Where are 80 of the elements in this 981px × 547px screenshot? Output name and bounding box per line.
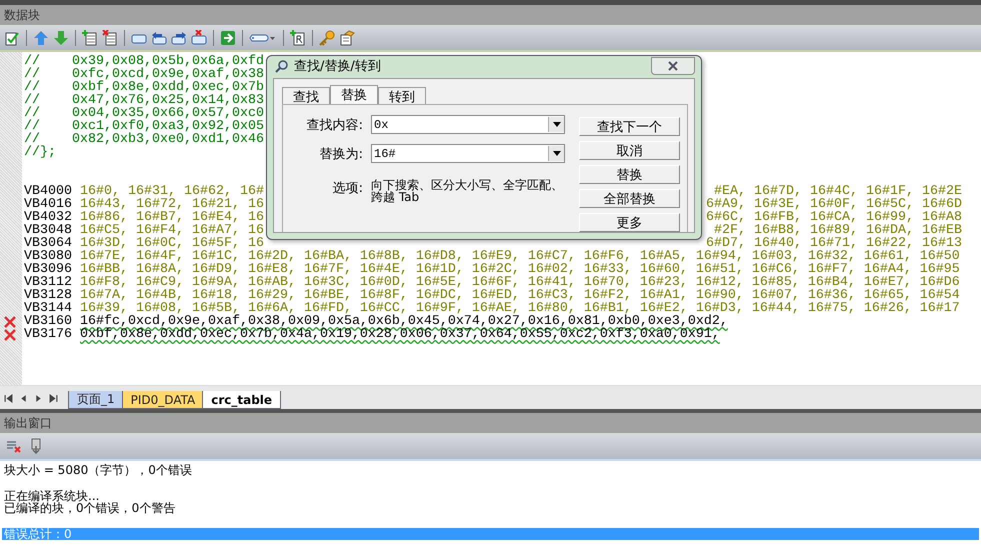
data-values: 6#6C, 16#FB, 16#CA, 16#99, 16#A8: [706, 211, 962, 224]
comment-line: //};: [24, 146, 56, 159]
dialog-tab[interactable]: 转到: [378, 87, 426, 104]
delete-rectangle-icon[interactable]: [191, 30, 207, 46]
dropdown-arrow-icon: [552, 151, 560, 156]
data-values: 16#86, 16#B7, 16#E4, 16: [80, 211, 264, 224]
replace-combo-box[interactable]: 16#: [371, 144, 565, 163]
right-arrow-icon[interactable]: [171, 30, 187, 46]
dialog-button[interactable]: 替换: [579, 165, 680, 184]
data-values: 16#39, 16#08, 16#5B, 16#6A, 16#FD, 16#CC, 16#9F, 16#AE, 16#80, 16#B1, 16#E2, 16#D3, 16#44, 16#75, 16#26, 16#17: [80, 302, 960, 315]
data-values: 0xbf,0x8e,0xdd,0xec,0x7b,0x4a,0x19,0x28,0x06,0x37,0x64,0x55,0xc2,0xf3,0xa0,0x91,: [80, 328, 720, 341]
check-document-icon[interactable]: [4, 30, 20, 46]
comment-line: // 0xfc,0xcd,0x9e,0xaf,0x38: [24, 68, 264, 81]
find-combo-box[interactable]: 0x: [371, 115, 565, 134]
previous-page-icon[interactable]: [19, 394, 28, 403]
data-values: 16#BB, 16#8A, 16#D9, 16#E8, 16#7F, 16#4E, 16#1D, 16#2C, 16#02, 16#33, 16#60, 16#51, 16#C6, 16#F7, 16#A4, 16#95: [80, 263, 960, 276]
address-label: VB4000: [24, 185, 73, 198]
address-label: VB3128: [24, 289, 73, 302]
left-arrow-icon[interactable]: [151, 30, 167, 46]
dialog-tab[interactable]: 替换: [330, 85, 378, 104]
comment-line: // 0xbf,0x8e,0xdd,0xec,0x7b: [24, 81, 264, 94]
first-page-icon[interactable]: [4, 394, 13, 403]
comment-line: // 0x82,0xb3,0xe0,0xd1,0x46: [24, 133, 264, 146]
data-values: #2F, 16#B8, 16#89, 16#DA, 16#EB: [714, 224, 962, 237]
sheet-tab[interactable]: PID0_DATA: [122, 391, 204, 409]
error-icon: [3, 328, 17, 340]
last-page-icon[interactable]: [49, 394, 58, 403]
data-values: 16#0, 16#31, 16#62, 16#: [80, 185, 264, 198]
dialog-button[interactable]: 全部替换: [579, 189, 680, 208]
delete-page-icon[interactable]: [102, 30, 118, 46]
data-values: 6#D7, 16#40, 16#71, 16#22, 16#13: [706, 237, 962, 250]
dialog-button[interactable]: 取消: [579, 141, 680, 160]
search-icon: [275, 59, 289, 73]
address-label: VB3160: [24, 315, 73, 328]
close-button[interactable]: [651, 57, 695, 75]
sheet-tab[interactable]: 页面_1: [68, 391, 124, 409]
address-label: VB3064: [24, 237, 73, 250]
close-icon: [667, 61, 679, 71]
panel-title: 数据块: [4, 6, 40, 24]
dialog-button[interactable]: 更多: [579, 213, 680, 232]
address-label: VB3096: [24, 263, 73, 276]
dropdown-arrow-icon: [552, 122, 560, 127]
data-values: 16#fc,0xcd,0x9e,0xaf,0x38,0x09,0x5a,0x6b,0x45,0x74,0x27,0x16,0x81,0xb0,0xe3,0xd2,: [80, 315, 728, 328]
find-label: 查找内容:: [306, 116, 363, 134]
address-label: VB4032: [24, 211, 73, 224]
address-label: VB3112: [24, 276, 73, 289]
data-values: 16#C5, 16#F4, 16#A7, 16: [80, 224, 264, 237]
comment-line: // 0x39,0x08,0x5b,0x6a,0xfd: [24, 55, 264, 68]
data-values: 16#43, 16#72, 16#21, 16: [80, 198, 264, 211]
data-values: #EA, 16#7D, 16#4C, 16#1F, 16#2E: [714, 185, 962, 198]
output-line[interactable]: 正在编译系统块...: [2, 490, 979, 502]
add-page-icon[interactable]: [82, 30, 98, 46]
address-label: VB3176: [24, 328, 73, 341]
address-label: VB3144: [24, 302, 73, 315]
next-page-icon[interactable]: [34, 394, 43, 403]
document-hand-icon[interactable]: [339, 30, 355, 46]
address-label: VB3048: [24, 224, 73, 237]
sheet-tab[interactable]: crc_table: [202, 391, 282, 409]
document-r-icon[interactable]: [290, 30, 306, 46]
options-label: 选项:: [332, 180, 363, 197]
data-values: 16#7A, 16#4B, 16#18, 16#29, 16#BE, 16#8F, 16#DC, 16#ED, 16#C3, 16#F2, 16#A1, 16#90, 16#07, 16#36, 16#65, 16#54: [80, 289, 960, 302]
data-values: 16#F8, 16#C9, 16#9A, 16#AB, 16#3C, 16#0D, 16#5E, 16#6F, 16#41, 16#70, 16#23, 16#12, 16#85, 16#B4, 16#E7, 16#D6: [80, 276, 960, 289]
dialog-tab[interactable]: 查找: [282, 87, 330, 104]
data-values: 16#3D, 16#0C, 16#5F, 16: [80, 237, 264, 250]
output-line[interactable]: 已编译的块，0个错误，0个警告: [2, 502, 979, 514]
panel-title: 输出窗口: [4, 414, 52, 432]
data-values: 6#A9, 16#3E, 16#0F, 16#5C, 16#6D: [706, 198, 962, 211]
comment-line: // 0x47,0x76,0x25,0x14,0x83: [24, 94, 264, 107]
output-line[interactable]: 块大小 = 5080（字节），0个错误: [2, 464, 979, 476]
comment-line: // 0xc1,0xf0,0xa3,0x92,0x05: [24, 120, 264, 133]
dialog-title: 查找/替换/转到: [294, 58, 381, 75]
address-label: VB4016: [24, 198, 73, 211]
dialog-button[interactable]: 查找下一个: [579, 117, 680, 136]
address-label: VB3080: [24, 250, 73, 263]
data-values: 16#7E, 16#4F, 16#1C, 16#2D, 16#BA, 16#8B, 16#D8, 16#E9, 16#C7, 16#F6, 16#A5, 16#94, 16#03, 16#32, 16#61, 16#50: [80, 250, 960, 263]
comment-line: // 0x04,0x35,0x66,0x57,0xc0: [24, 107, 264, 120]
go-arrow-icon[interactable]: [220, 30, 236, 46]
error-icon: [3, 316, 17, 328]
replace-label: 替换为:: [318, 146, 363, 162]
options-text: 向下搜索、区分大小写、全字匹配、跨越 Tab: [371, 179, 564, 203]
